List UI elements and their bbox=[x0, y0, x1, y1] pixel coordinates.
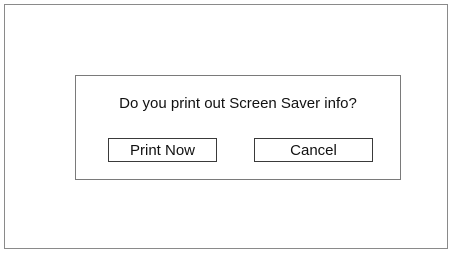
print-confirm-dialog: Do you print out Screen Saver info? Prin… bbox=[75, 75, 401, 180]
print-now-button[interactable]: Print Now bbox=[108, 138, 217, 162]
dialog-message: Do you print out Screen Saver info? bbox=[119, 95, 357, 112]
cancel-button[interactable]: Cancel bbox=[254, 138, 373, 162]
screen-frame: Do you print out Screen Saver info? Prin… bbox=[4, 4, 448, 249]
